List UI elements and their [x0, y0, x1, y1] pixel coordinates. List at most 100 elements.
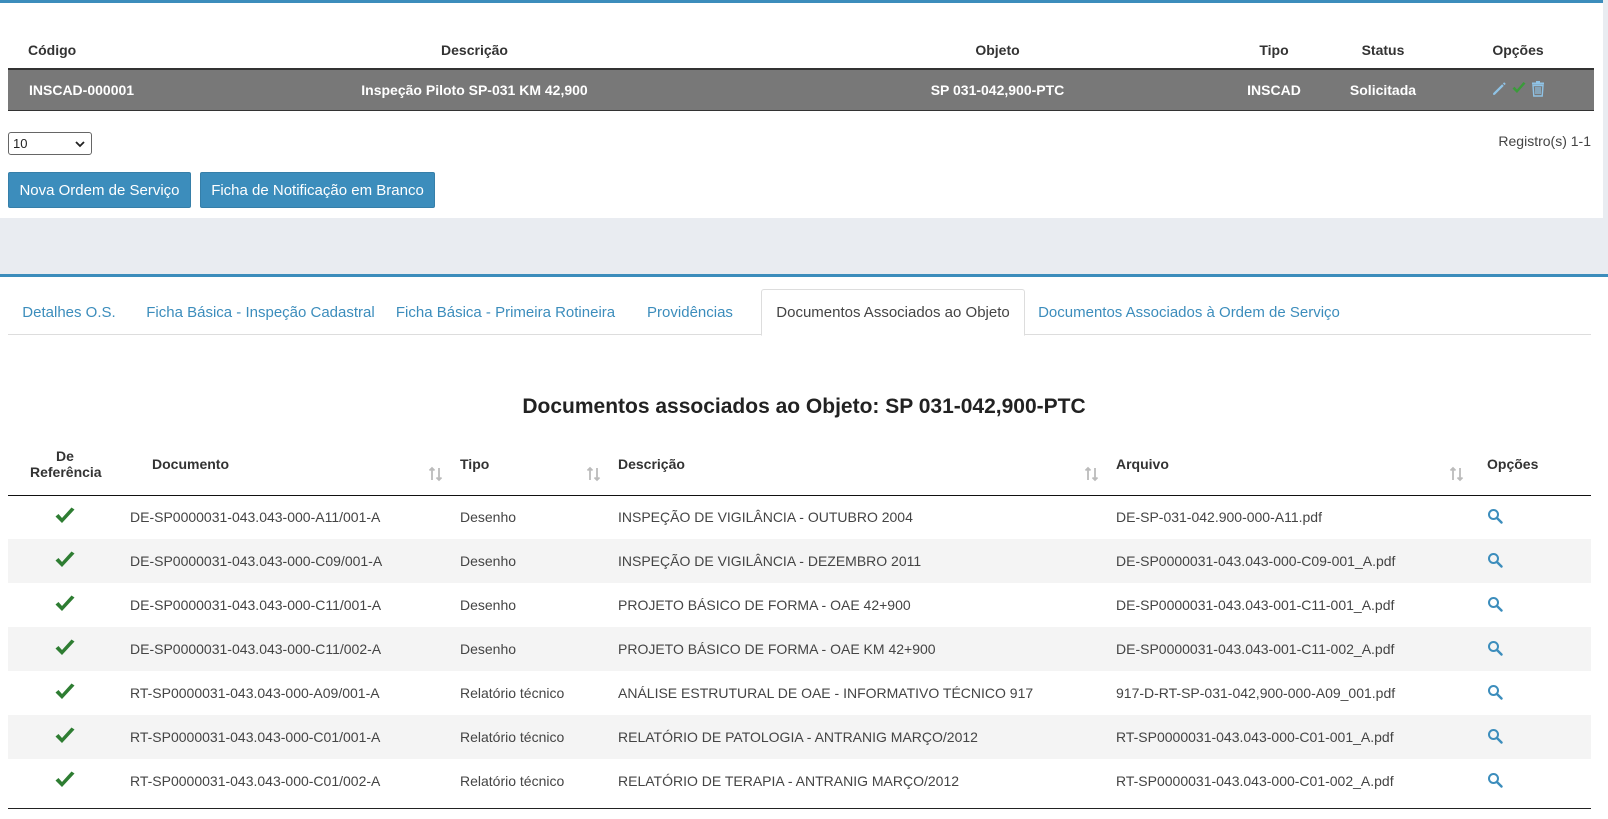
new-order-button[interactable]: Nova Ordem de Serviço	[8, 172, 191, 208]
cell-referencia	[8, 759, 122, 803]
col-referencia-label: De Referência	[30, 447, 102, 480]
cell-opcoes	[1473, 539, 1591, 583]
col-documento[interactable]: Documento	[122, 433, 452, 496]
table-bottom-border	[8, 808, 1591, 809]
cell-opcoes	[1442, 68, 1594, 111]
search-icon[interactable]	[1487, 640, 1503, 659]
check-icon	[54, 507, 76, 529]
cell-referencia	[8, 495, 122, 539]
cell-arquivo: DE-SP0000031-043.043-000-C09-001_A.pdf	[1108, 539, 1473, 583]
cell-tipo: Relatório técnico	[460, 773, 565, 789]
tab-primeira-rotineira[interactable]: Ficha Básica - Primeira Rotineira	[393, 289, 618, 335]
check-icon	[54, 551, 76, 573]
tab-documentos-objeto[interactable]: Documentos Associados ao Objeto	[761, 289, 1025, 336]
cell-referencia	[8, 627, 122, 671]
cell-objeto: SP 031-042,900-PTC	[771, 68, 1224, 111]
cell-opcoes	[1473, 671, 1591, 715]
service-orders-table: Código Descrição Objeto Tipo Status Opçõ…	[8, 32, 1594, 111]
order-details-panel: Detalhes O.S. Ficha Básica - Inspeção Ca…	[0, 274, 1608, 819]
table-row[interactable]: DE-SP0000031-043.043-000-C09/001-A Desen…	[8, 539, 1591, 583]
service-orders-panel: Código Descrição Objeto Tipo Status Opçõ…	[0, 0, 1603, 218]
check-icon	[54, 639, 76, 661]
cell-documento: DE-SP0000031-043.043-000-C09/001-A	[122, 539, 452, 583]
cell-tipo: Relatório técnico	[452, 715, 610, 759]
cell-referencia	[8, 715, 122, 759]
cell-tipo: Desenho	[452, 539, 610, 583]
sort-icon[interactable]	[586, 466, 602, 485]
cell-referencia	[8, 671, 122, 715]
cell-status: Solicitada	[1324, 68, 1442, 111]
cell-opcoes	[1473, 495, 1591, 539]
blank-form-button[interactable]: Ficha de Notificação em Branco	[200, 172, 435, 208]
search-icon[interactable]	[1487, 684, 1503, 703]
col-objeto: Objeto	[975, 42, 1020, 58]
cell-documento: DE-SP0000031-043.043-000-C11/002-A	[122, 627, 452, 671]
col-descricao[interactable]: Descrição	[610, 433, 1108, 496]
check-icon[interactable]	[1511, 80, 1527, 96]
col-tipo[interactable]: Tipo	[452, 433, 610, 496]
table-row[interactable]: RT-SP0000031-043.043-000-C01/001-A Relat…	[8, 715, 1591, 759]
cell-descricao: ANÁLISE ESTRUTURAL DE OAE - INFORMATIVO …	[618, 685, 1034, 701]
col-opcoes: Opções	[1492, 42, 1544, 58]
pencil-icon[interactable]	[1491, 80, 1508, 97]
table-row[interactable]: DE-SP0000031-043.043-000-C11/002-A Desen…	[8, 627, 1591, 671]
search-icon[interactable]	[1487, 772, 1503, 791]
records-count: Registro(s) 1-1	[1498, 133, 1591, 149]
table-row[interactable]: DE-SP0000031-043.043-000-C11/001-A Desen…	[8, 583, 1591, 627]
cell-documento: RT-SP0000031-043.043-000-C01/001-A	[122, 715, 452, 759]
documents-title: Documentos associados ao Objeto: SP 031-…	[522, 395, 1086, 418]
cell-arquivo: RT-SP0000031-043.043-000-C01-001_A.pdf	[1108, 715, 1473, 759]
col-arquivo[interactable]: Arquivo	[1108, 433, 1473, 496]
cell-opcoes	[1473, 759, 1591, 803]
trash-icon[interactable]	[1530, 80, 1546, 97]
sort-icon[interactable]	[1449, 466, 1465, 485]
documents-body: DE-SP0000031-043.043-000-A11/001-A Desen…	[8, 495, 1591, 803]
cell-documento: DE-SP0000031-043.043-000-A11/001-A	[130, 509, 381, 526]
check-icon	[54, 683, 76, 705]
col-descricao: Descrição	[441, 42, 508, 58]
search-icon[interactable]	[1487, 508, 1503, 527]
cell-documento: RT-SP0000031-043.043-000-C01/002-A	[130, 773, 381, 789]
cell-codigo: INSCAD-000001	[8, 68, 178, 111]
table-row[interactable]: RT-SP0000031-043.043-000-A09/001-A Relat…	[8, 671, 1591, 715]
cell-descricao: PROJETO BÁSICO DE FORMA - OAE 42+900	[618, 597, 911, 613]
cell-tipo: Desenho	[460, 509, 517, 526]
col-tipo: Tipo	[1259, 42, 1289, 58]
cell-arquivo: DE-SP-031-042.900-000-A11.pdf	[1116, 509, 1322, 526]
table-row[interactable]: DE-SP0000031-043.043-000-A11/001-A Desen…	[8, 495, 1591, 539]
cell-referencia	[8, 539, 122, 583]
page-size-select[interactable]: 10	[8, 132, 92, 155]
tab-documentos-ordem[interactable]: Documentos Associados à Ordem de Serviço	[1034, 289, 1344, 335]
col-status: Status	[1361, 42, 1405, 58]
cell-descricao: RELATÓRIO DE PATOLOGIA - ANTRANIG MARÇO/…	[610, 715, 1108, 759]
col-documento-label: Documento	[152, 455, 229, 472]
page-size-value: 10	[13, 136, 28, 151]
check-icon	[54, 595, 76, 617]
col-descricao-label: Descrição	[618, 455, 685, 472]
cell-descricao: INSPEÇÃO DE VIGILÂNCIA - OUTUBRO 2004	[618, 509, 913, 526]
col-arquivo-label: Arquivo	[1116, 455, 1169, 472]
cell-referencia	[8, 583, 122, 627]
documents-table: De Referência Documento Tipo Descrição A…	[8, 433, 1591, 803]
cell-documento: DE-SP0000031-043.043-000-C11/001-A	[130, 597, 382, 613]
cell-descricao: Inspeção Piloto SP-031 KM 42,900	[178, 68, 771, 111]
cell-descricao: PROJETO BÁSICO DE FORMA - OAE KM 42+900	[610, 627, 1108, 671]
col-referencia[interactable]: De Referência	[8, 433, 122, 496]
sort-icon[interactable]	[1084, 466, 1100, 485]
sort-icon[interactable]	[428, 466, 444, 485]
cell-tipo: Relatório técnico	[460, 685, 565, 701]
search-icon[interactable]	[1487, 728, 1503, 747]
cell-descricao: INSPEÇÃO DE VIGILÂNCIA - DEZEMBRO 2011	[610, 539, 1108, 583]
tab-providencias[interactable]: Providências	[632, 289, 748, 335]
cell-opcoes	[1473, 715, 1591, 759]
tab-inspecao-cadastral[interactable]: Ficha Básica - Inspeção Cadastral	[138, 289, 383, 335]
cell-arquivo: 917-D-RT-SP-031-042,900-000-A09_001.pdf	[1116, 685, 1396, 701]
search-icon[interactable]	[1487, 596, 1503, 615]
col-opcoes: Opções	[1473, 433, 1591, 496]
search-icon[interactable]	[1487, 552, 1503, 571]
col-codigo: Código	[28, 42, 77, 58]
tab-detalhes[interactable]: Detalhes O.S.	[8, 289, 130, 335]
table-row[interactable]: RT-SP0000031-043.043-000-C01/002-A Relat…	[8, 759, 1591, 803]
tab-bar: Detalhes O.S. Ficha Básica - Inspeção Ca…	[8, 289, 1591, 336]
table-row[interactable]: INSCAD-000001 Inspeção Piloto SP-031 KM …	[8, 68, 1594, 111]
